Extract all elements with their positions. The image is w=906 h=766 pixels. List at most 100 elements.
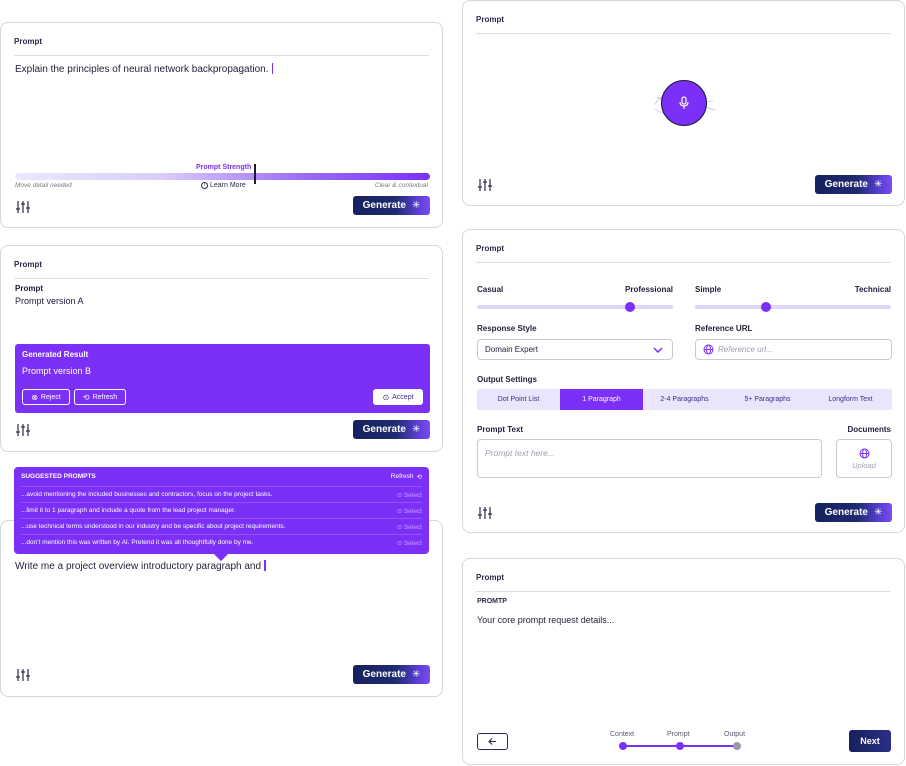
strong-hint: Clear & contextual: [374, 182, 428, 189]
reject-icon: ⊗: [31, 392, 38, 402]
info-icon: i: [201, 182, 208, 189]
suggestion-select[interactable]: ⊙ Select: [397, 539, 422, 547]
generate-button[interactable]: Generate ✳: [815, 503, 892, 522]
prompt-input[interactable]: Explain the principles of neural network…: [15, 63, 415, 75]
prompt-strength-marker: [254, 164, 256, 184]
card-header: Prompt: [14, 37, 429, 56]
generate-button[interactable]: Generate ✳: [815, 175, 892, 194]
accept-label: Accept: [392, 393, 414, 401]
prompt-strength-card: Prompt Explain the principles of neural …: [0, 22, 443, 228]
result-panel: Generated Result Prompt version B ⊗ Rejec…: [15, 344, 430, 413]
card-header: Prompt: [476, 244, 891, 263]
sparkle-icon: ✳: [411, 424, 421, 435]
sliders-icon[interactable]: [15, 200, 31, 214]
suggestion-item[interactable]: ...avoid mentioning the included busines…: [21, 486, 422, 502]
wizard-step-label: PROMTP: [477, 598, 507, 605]
generate-button[interactable]: Generate ✳: [353, 420, 430, 439]
output-option-2-4-paragraphs[interactable]: 2-4 Paragraphs: [643, 389, 726, 410]
weak-hint: Move detail needed: [15, 182, 72, 189]
generate-label: Generate: [362, 669, 406, 680]
prompt-text-input[interactable]: Prompt text here...: [477, 439, 822, 478]
chevron-down-icon: [653, 347, 663, 353]
reference-url-label: Reference URL: [695, 324, 753, 333]
prompt-value: Prompt version A: [15, 296, 84, 306]
response-style-value: Domain Expert: [485, 345, 538, 354]
select-label: Select: [403, 523, 422, 531]
upload-label: Upload: [852, 460, 876, 470]
suggestion-item[interactable]: ...limit it to 1 paragraph and include a…: [21, 502, 422, 518]
refresh-button[interactable]: ⟲ Refresh: [74, 389, 126, 405]
output-option-1-paragraph[interactable]: 1 Paragraph: [560, 389, 643, 410]
prompt-settings-card: Prompt Casual Professional Simple Techni…: [462, 229, 905, 533]
sliders-icon[interactable]: [15, 423, 31, 437]
microphone-button[interactable]: [661, 80, 707, 126]
accept-button[interactable]: ⊙ Accept: [373, 389, 423, 405]
sliders-icon[interactable]: [15, 668, 31, 682]
suggested-prompts-popover: SUGGESTED PROMPTS Refresh ⟲ ...avoid ment…: [14, 467, 429, 562]
generate-button[interactable]: Generate ✳: [353, 196, 430, 215]
result-value: Prompt version B: [22, 366, 92, 376]
learn-more-link[interactable]: i Learn More: [201, 182, 246, 189]
tone-slider[interactable]: [477, 302, 673, 312]
next-button[interactable]: Next: [849, 730, 891, 752]
next-label: Next: [860, 736, 880, 746]
casual-label: Casual: [477, 285, 504, 294]
microphone-icon: [679, 96, 689, 109]
sliders-icon[interactable]: [477, 178, 493, 192]
globe-icon: [859, 448, 869, 458]
sparkle-icon: ✳: [411, 669, 421, 680]
step-dot-prompt[interactable]: [676, 742, 684, 750]
sliders-icon[interactable]: [477, 506, 493, 520]
select-label: Select: [403, 539, 422, 547]
response-style-select[interactable]: Domain Expert: [477, 339, 673, 360]
generate-label: Generate: [824, 179, 868, 190]
step-dot-output[interactable]: [733, 742, 741, 750]
card-header: Prompt: [476, 15, 891, 34]
prompt-text: Explain the principles of neural network…: [15, 64, 269, 75]
output-option-longform[interactable]: Longform Text: [809, 389, 892, 410]
step-label-context: Context: [610, 731, 635, 738]
response-style-label: Response Style: [477, 324, 537, 333]
reference-url-input[interactable]: Reference url...: [695, 339, 892, 360]
suggestion-item[interactable]: ...use technical terms understood in our…: [21, 518, 422, 534]
suggestion-text: ...limit it to 1 paragraph and include a…: [21, 507, 236, 514]
back-button[interactable]: [477, 733, 508, 750]
professional-label: Professional: [625, 285, 674, 294]
generate-label: Generate: [362, 200, 406, 211]
suggestion-select[interactable]: ⊙ Select: [397, 523, 422, 531]
output-settings-label: Output Settings: [477, 375, 537, 384]
step-label-prompt: Prompt: [667, 731, 690, 738]
prompt-text-placeholder: Prompt text here...: [485, 448, 555, 458]
simple-label: Simple: [695, 285, 722, 294]
prompt-input[interactable]: Your core prompt request details...: [477, 615, 614, 625]
suggestion-select[interactable]: ⊙ Select: [397, 491, 422, 499]
card-header: Prompt: [14, 260, 429, 279]
reject-button[interactable]: ⊗ Reject: [22, 389, 70, 405]
step-dot-context[interactable]: [619, 742, 627, 750]
output-option-5-plus-paragraphs[interactable]: 5+ Paragraphs: [726, 389, 809, 410]
generate-button[interactable]: Generate ✳: [353, 665, 430, 684]
text-cursor: [271, 63, 273, 74]
card-header: Prompt: [476, 573, 891, 592]
generate-label: Generate: [362, 424, 406, 435]
suggested-title: SUGGESTED PROMPTS: [21, 473, 96, 480]
prompt-text-label: Prompt Text: [477, 425, 524, 434]
refresh-icon: ⟲: [416, 474, 422, 481]
output-option-dot-point[interactable]: Dot Point List: [477, 389, 560, 410]
suggestion-select[interactable]: ⊙ Select: [397, 507, 422, 515]
wizard-progress: Context Prompt Output: [610, 731, 754, 755]
reference-url-placeholder: Reference url...: [718, 345, 773, 354]
suggestions-refresh-button[interactable]: Refresh ⟲: [391, 473, 422, 481]
complexity-slider-thumb[interactable]: [760, 302, 771, 312]
suggestion-text: ...avoid mentioning the included busines…: [21, 491, 273, 498]
upload-button[interactable]: Upload: [836, 439, 892, 478]
sparkle-icon: ✳: [873, 179, 883, 190]
prompt-input[interactable]: Write me a project overview introductory…: [15, 560, 415, 572]
prompt-strength-bar: [15, 173, 430, 180]
text-cursor: [264, 560, 266, 571]
result-title: Generated Result: [22, 350, 89, 359]
complexity-slider[interactable]: [695, 302, 891, 312]
output-settings-segmented: Dot Point List 1 Paragraph 2-4 Paragraph…: [477, 389, 892, 410]
tone-slider-thumb[interactable]: [624, 302, 635, 312]
refresh-label: Refresh: [390, 473, 414, 480]
